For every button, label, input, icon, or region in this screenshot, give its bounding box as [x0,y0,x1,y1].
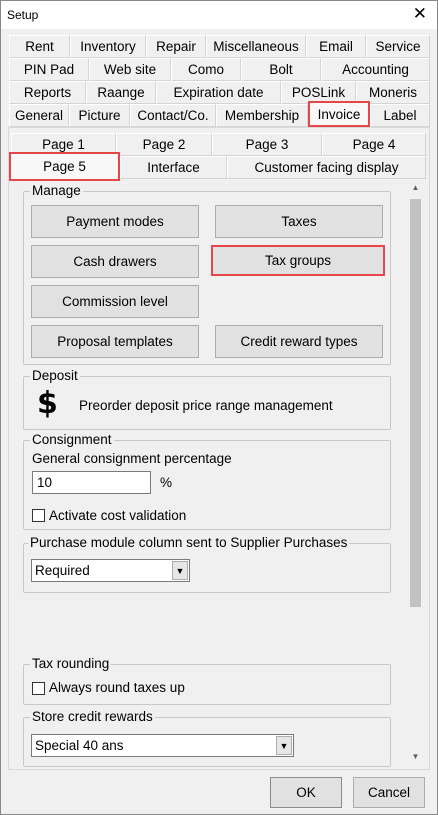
tab-pin-pad[interactable]: PIN Pad [9,58,89,81]
dollar-icon[interactable]: $ [37,387,58,421]
tab-contact-co[interactable]: Contact/Co. [130,104,216,127]
activate-cost-validation-checkbox[interactable] [32,509,45,522]
commission-level-button[interactable]: Commission level [31,285,199,318]
subtab-page-2[interactable]: Page 2 [116,133,212,156]
tab-invoice[interactable]: Invoice [308,101,370,127]
store-credit-value: Special 40 ans [35,738,124,753]
tab-email[interactable]: Email [306,35,366,58]
tab-inventory[interactable]: Inventory [70,35,146,58]
subtab-page-3[interactable]: Page 3 [212,133,322,156]
purchase-column-select[interactable]: Required ▼ [31,559,190,582]
purchase-column-value: Required [35,563,90,578]
purchase-module-legend: Purchase module column sent to Supplier … [28,535,350,550]
store-credit-select[interactable]: Special 40 ans ▼ [31,734,294,757]
percent-sign: % [160,475,173,490]
window-title: Setup [7,8,39,22]
tab-membership[interactable]: Membership [216,104,308,127]
consignment-legend: Consignment [30,432,114,447]
tab-repair[interactable]: Repair [146,35,206,58]
tax-groups-button[interactable]: Tax groups [211,245,385,276]
scroll-up-icon[interactable]: ▲ [408,183,423,192]
subtab-page-5[interactable]: Page 5 [9,152,120,181]
chevron-down-icon[interactable]: ▼ [276,736,292,755]
subtab-page-4[interactable]: Page 4 [322,133,426,156]
tab-general[interactable]: General [9,104,69,127]
consignment-percentage-input[interactable]: 10 [32,471,151,494]
tab-picture[interactable]: Picture [69,104,130,127]
tab-accounting[interactable]: Accounting [321,58,430,81]
subtab-interface[interactable]: Interface [120,156,227,179]
tab-label[interactable]: Label [370,104,430,127]
vertical-scrollbar[interactable]: ▲ ▼ [407,181,424,763]
tab-service[interactable]: Service [366,35,430,58]
ok-button[interactable]: OK [270,777,342,808]
setup-window: Setup ✕ Rent Inventory Repair Miscellane… [0,0,438,815]
scrollbar-thumb[interactable] [410,199,421,607]
cash-drawers-button[interactable]: Cash drawers [31,245,199,278]
tab-expiration-date[interactable]: Expiration date [156,81,281,104]
tab-como[interactable]: Como [171,58,241,81]
tab-miscellaneous[interactable]: Miscellaneous [206,35,306,58]
taxes-button[interactable]: Taxes [215,205,383,238]
scroll-down-icon[interactable]: ▼ [408,752,423,761]
chevron-down-icon[interactable]: ▼ [172,561,188,580]
tax-rounding-legend: Tax rounding [30,656,112,671]
tab-reports[interactable]: Reports [9,81,86,104]
store-credit-legend: Store credit rewards [30,709,155,724]
tab-rent[interactable]: Rent [9,35,70,58]
deposit-price-range-link[interactable]: Preorder deposit price range management [79,398,333,413]
deposit-legend: Deposit [30,368,80,383]
tab-raange[interactable]: Raange [86,81,156,104]
activate-cost-validation-label: Activate cost validation [49,508,187,523]
always-round-taxes-checkbox[interactable] [32,682,45,695]
cancel-button[interactable]: Cancel [353,777,425,808]
payment-modes-button[interactable]: Payment modes [31,205,199,238]
proposal-templates-button[interactable]: Proposal templates [31,325,199,358]
tab-web-site[interactable]: Web site [89,58,171,81]
always-round-taxes-label: Always round taxes up [49,680,185,695]
subtab-customer-facing-display[interactable]: Customer facing display [227,156,426,179]
close-icon[interactable]: ✕ [413,4,427,24]
title-bar: Setup ✕ [1,1,437,29]
tab-bolt[interactable]: Bolt [241,58,321,81]
manage-legend: Manage [30,183,83,198]
consignment-percentage-label: General consignment percentage [32,451,232,466]
credit-reward-types-button[interactable]: Credit reward types [215,325,383,358]
